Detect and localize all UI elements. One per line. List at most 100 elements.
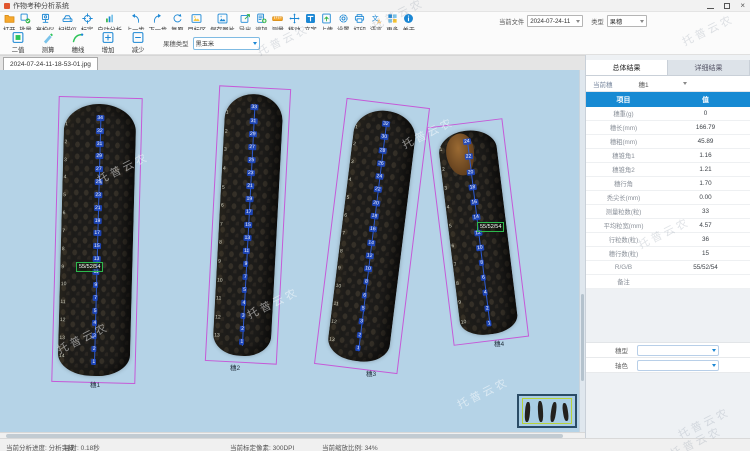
- ear-shape-select[interactable]: [637, 345, 719, 356]
- ear-1[interactable]: 1234567891011121314 34323129272523211917…: [57, 103, 136, 377]
- current-file-select[interactable]: 2024-07-24-11: [527, 15, 583, 27]
- status-elapsed: 耗时: 0.18秒: [64, 442, 100, 451]
- chip: 17: [93, 230, 101, 236]
- toolbar-button-decrease[interactable]: 减少: [123, 31, 153, 54]
- brush-icon: [41, 31, 55, 44]
- chip: 30: [380, 134, 388, 141]
- navigator-thumbnail[interactable]: [517, 394, 577, 428]
- title-bar: 作物考种分析系统 ×: [0, 0, 750, 12]
- cell-item: 秃尖长(mm): [586, 193, 661, 202]
- toolbar-button-recalc[interactable]: 测算: [33, 31, 63, 54]
- grid-icon: [387, 13, 398, 24]
- chip: 14: [472, 214, 480, 221]
- tab-detail-results[interactable]: 详细结果: [668, 60, 750, 75]
- chip: 29: [249, 130, 257, 136]
- chip: 2: [485, 305, 490, 312]
- cell-item: 测量粒数(粒): [586, 207, 661, 216]
- language-icon: 文A: [371, 13, 382, 24]
- viewport-rect[interactable]: [522, 398, 572, 424]
- chip: 1: [356, 345, 361, 352]
- cell-value: 0.00: [661, 194, 750, 201]
- cell-value: 55/52/54: [661, 264, 750, 271]
- table-row: 测量粒数(粒)33: [586, 205, 750, 219]
- chevron-down-icon: [712, 349, 716, 352]
- axis-color-label: 轴色: [586, 360, 628, 370]
- chip: 11: [243, 248, 251, 254]
- header-value: 值: [661, 95, 750, 105]
- minimize-button[interactable]: [707, 8, 714, 9]
- ear-shape-label: 穗型: [586, 345, 628, 355]
- vertical-scrollbar-thumb[interactable]: [581, 294, 584, 381]
- chip: 3: [241, 313, 246, 319]
- chip: 7: [243, 274, 248, 280]
- cell-item: 穗锥角2: [586, 165, 661, 174]
- edge-num: 7: [62, 229, 68, 234]
- chip: 12: [365, 252, 373, 259]
- move-icon: [289, 13, 300, 24]
- chip: 25: [95, 179, 103, 185]
- cell-item: 备注: [586, 277, 661, 286]
- app-logo-icon: [4, 3, 10, 9]
- current-ear-label: 当前穗: [593, 79, 613, 89]
- edge-num: 7: [342, 231, 348, 237]
- edge-num: 13: [214, 334, 220, 339]
- table-row: 穗行角1.70: [586, 177, 750, 191]
- toolbar-button-binarize[interactable]: 二值: [3, 31, 33, 54]
- cell-item: 穗重(g): [586, 109, 661, 118]
- chip: 9: [243, 261, 248, 267]
- cell-item: 穗行角: [586, 179, 661, 188]
- chip: 7: [93, 295, 98, 301]
- cell-value: 36: [661, 236, 750, 243]
- chip: 20: [372, 200, 380, 207]
- chip: 29: [95, 153, 103, 159]
- table-row: 穗行数(粒)15: [586, 247, 750, 261]
- toolbar-button-increase[interactable]: 增加: [93, 31, 123, 54]
- chevron-down-icon: [712, 364, 716, 367]
- edge-num: 3: [444, 186, 450, 192]
- kernel-count-chain: 323028262422201816141210865321: [354, 120, 390, 351]
- maximize-button[interactable]: [724, 3, 730, 9]
- chevron-down-icon: [683, 82, 687, 85]
- edge-num: 2: [225, 130, 231, 135]
- chip: 24: [375, 173, 383, 180]
- cell-item: R/G/B: [586, 264, 661, 271]
- ear-name-label: 穗4: [494, 338, 504, 348]
- edge-num: 1: [226, 111, 232, 116]
- chip: 3: [359, 318, 364, 325]
- cell-value: 166.79: [661, 124, 750, 131]
- chart-icon: [104, 13, 115, 24]
- file-tab[interactable]: 2024-07-24-11-18-53-01.jpg: [3, 57, 98, 70]
- svg-text:A: A: [377, 19, 381, 24]
- chip: 8: [479, 259, 484, 266]
- toolbar-label: 减少: [132, 45, 145, 54]
- table-row: 穗长(mm)166.79: [586, 121, 750, 135]
- table-row: 平均粒宽(mm)4.57: [586, 219, 750, 233]
- image-icon: [217, 13, 228, 24]
- current-file-label: 当前文件: [499, 17, 524, 26]
- current-ear-select[interactable]: 穗1: [639, 79, 649, 89]
- edge-num: 3: [64, 158, 70, 163]
- type-value: 果穗: [610, 17, 638, 26]
- chip: 14: [367, 239, 375, 246]
- chip: 25: [247, 157, 255, 163]
- edge-num: 8: [340, 249, 346, 255]
- close-button[interactable]: ×: [740, 2, 745, 10]
- chevron-down-icon: [253, 42, 257, 45]
- edge-num: 12: [215, 315, 221, 320]
- edge-num: 5: [449, 224, 455, 230]
- edge-num: 1: [65, 122, 71, 127]
- type-select[interactable]: 果穗: [607, 15, 647, 27]
- axis-color-select[interactable]: [637, 360, 719, 371]
- edge-num: 3: [224, 148, 230, 153]
- tab-overall-results[interactable]: 总体结果: [586, 60, 668, 75]
- rgb-sample-label: 55/52/54: [477, 222, 504, 232]
- chip: 18: [370, 213, 378, 220]
- cell-item: 穗锥角1: [586, 151, 661, 160]
- chip: 2: [357, 332, 362, 339]
- image-canvas[interactable]: 1234567891011121314 34323129272523211917…: [0, 70, 585, 432]
- edge-num: 12: [331, 320, 337, 326]
- ear-type-select[interactable]: 黑玉米: [193, 37, 260, 50]
- chip: 15: [244, 222, 252, 228]
- toolbar-button-ear-line[interactable]: 穗线: [63, 31, 93, 54]
- cell-value: 1.70: [661, 180, 750, 187]
